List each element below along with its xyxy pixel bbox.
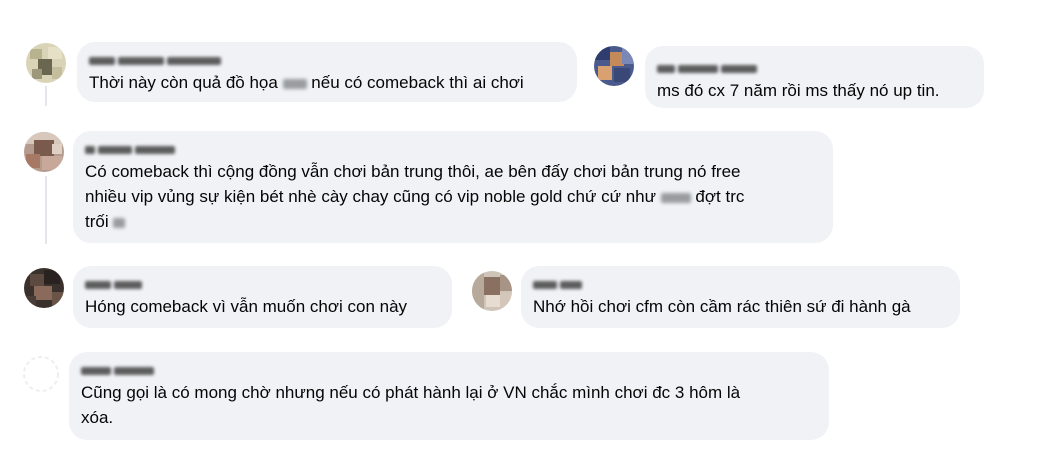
user-avatar-icon <box>24 132 64 172</box>
comment-text: Nhớ hồi chơi cfm còn cầm rác thiên sứ đi… <box>533 297 911 316</box>
avatar[interactable] <box>472 271 512 311</box>
avatar[interactable] <box>21 354 61 394</box>
user-avatar-icon <box>24 268 64 308</box>
comment-bubble: Huy Vy Hóng comeback vì vẫn muốn chơi co… <box>73 266 452 328</box>
comment-text: ms đó cx 7 năm rồi ms thấy nó up tin. <box>657 81 940 100</box>
comment-text: Có comeback thì cộng đồng vẫn chơi bản t… <box>85 162 745 231</box>
comment-author-name[interactable]: Huy Vy <box>85 276 155 289</box>
comment-author-name[interactable]: Anh Lê <box>533 276 593 289</box>
comment-author-name[interactable]: Trọng Hoàng <box>85 141 185 154</box>
comment-text: Cũng gọi là có mong chờ nhưng nếu có phá… <box>81 383 741 427</box>
comment-bubble: Tất Thanh Nguyễn Thời này còn quả đồ họa… <box>77 42 577 102</box>
avatar[interactable] <box>24 268 64 308</box>
thread-line <box>45 176 47 244</box>
comment-bubble: Trọng Hoàng Có comeback thì cộng đồng vẫ… <box>73 131 833 243</box>
user-avatar-icon <box>21 354 61 394</box>
comment-text: Thời này còn quả đồ họa nếu có comeback … <box>89 73 524 92</box>
comment-bubble: Nam Phong Cũng gọi là có mong chờ nhưng … <box>69 352 829 440</box>
comment-author-name[interactable]: Cường Minh <box>657 60 767 73</box>
comment-bubble: Cường Minh ms đó cx 7 năm rồi ms thấy nó… <box>645 46 984 108</box>
censored-word <box>282 78 307 89</box>
comment-author-name[interactable]: Tất Thanh Nguyễn <box>89 52 249 65</box>
user-avatar-icon <box>26 43 66 83</box>
censored-word <box>660 192 691 203</box>
censored-word <box>113 217 126 228</box>
comment-text: Hóng comeback vì vẫn muốn chơi con này <box>85 297 408 316</box>
avatar[interactable] <box>24 132 64 172</box>
user-avatar-icon <box>472 271 512 311</box>
avatar[interactable] <box>594 46 634 86</box>
thread-line <box>45 86 47 106</box>
comment-author-name[interactable]: Nam Phong <box>81 362 171 375</box>
user-avatar-icon <box>594 46 634 86</box>
avatar[interactable] <box>26 43 66 83</box>
comment-bubble: Anh Lê Nhớ hồi chơi cfm còn cầm rác thiê… <box>521 266 960 328</box>
